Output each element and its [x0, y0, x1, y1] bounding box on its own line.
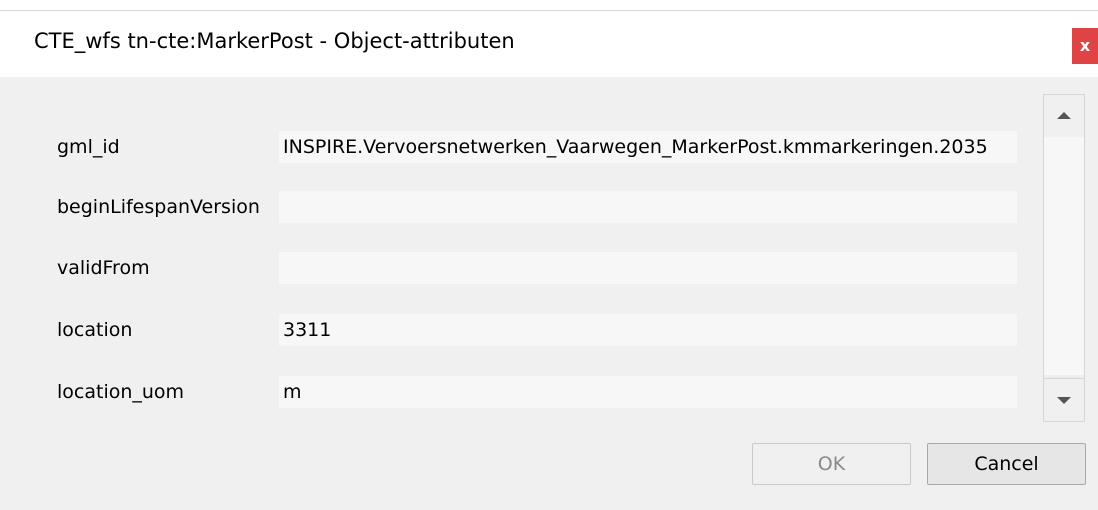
- ok-button[interactable]: OK: [752, 443, 911, 485]
- location-uom-field[interactable]: m: [279, 376, 1017, 408]
- attribute-row-valid-from: validFrom: [0, 252, 1040, 284]
- close-button[interactable]: x: [1072, 28, 1098, 64]
- attribute-row-gml-id: gml_id INSPIRE.Vervoersnetwerken_Vaarweg…: [0, 131, 1040, 163]
- dialog-body: gml_id INSPIRE.Vervoersnetwerken_Vaarweg…: [0, 77, 1098, 510]
- cancel-button[interactable]: Cancel: [927, 443, 1086, 485]
- arrow-up-icon: [1057, 112, 1071, 119]
- location-label: location: [57, 319, 133, 341]
- location-field[interactable]: 3311: [279, 314, 1017, 346]
- gml-id-label: gml_id: [57, 136, 120, 158]
- gml-id-field[interactable]: INSPIRE.Vervoersnetwerken_Vaarwegen_Mark…: [279, 131, 1017, 163]
- title-bar[interactable]: CTE_wfs tn-cte:MarkerPost - Object-attri…: [0, 11, 1098, 77]
- attribute-dialog: CTE_wfs tn-cte:MarkerPost - Object-attri…: [0, 0, 1098, 510]
- scrollbar-thumb[interactable]: [1044, 137, 1084, 375]
- window-title: CTE_wfs tn-cte:MarkerPost - Object-attri…: [34, 29, 515, 53]
- attribute-row-begin-lifespan-version: beginLifespanVersion: [0, 191, 1040, 223]
- begin-lifespan-version-label: beginLifespanVersion: [57, 196, 260, 218]
- valid-from-label: validFrom: [57, 257, 150, 279]
- scroll-up-button[interactable]: [1044, 95, 1084, 138]
- attribute-form: gml_id INSPIRE.Vervoersnetwerken_Vaarweg…: [0, 77, 1040, 427]
- location-uom-label: location_uom: [57, 381, 185, 403]
- begin-lifespan-version-field[interactable]: [279, 191, 1017, 223]
- attribute-row-location: location 3311: [0, 314, 1040, 346]
- background-window-strip: [0, 0, 1098, 11]
- arrow-down-icon: [1057, 397, 1071, 404]
- vertical-scrollbar[interactable]: [1043, 94, 1085, 422]
- close-icon: x: [1079, 36, 1091, 55]
- valid-from-field[interactable]: [279, 252, 1017, 284]
- scroll-down-button[interactable]: [1044, 378, 1084, 421]
- attribute-row-location-uom: location_uom m: [0, 376, 1040, 408]
